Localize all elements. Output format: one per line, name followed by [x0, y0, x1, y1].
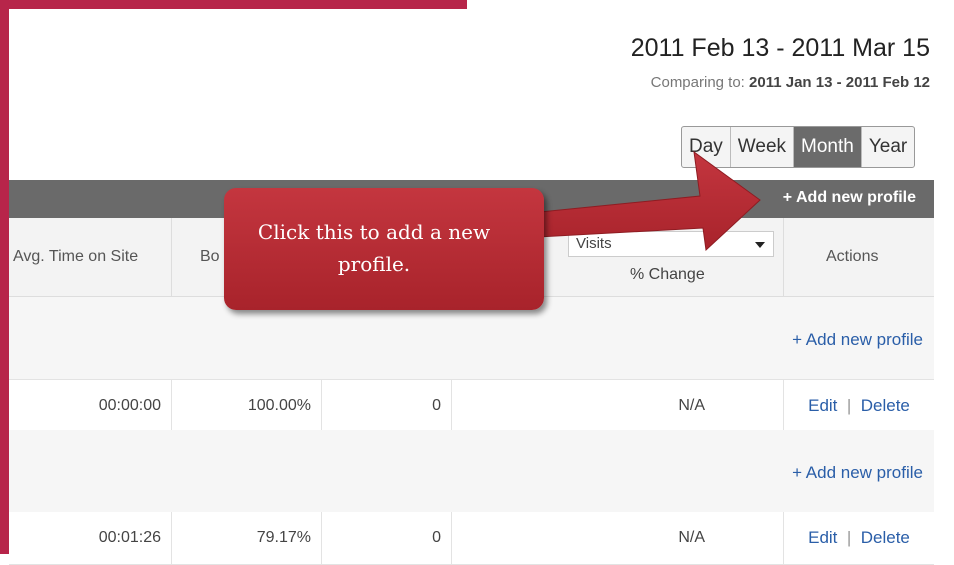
value-cell: 0 — [322, 512, 452, 564]
callout-text: Click this to add a new profile. — [257, 220, 491, 276]
action-separator: | — [846, 528, 852, 547]
table-row: 00:01:26 79.17% 0 N/A Edit | Delete — [9, 512, 934, 565]
avg-time-cell: 00:01:26 — [9, 512, 172, 564]
actions-cell: Edit | Delete — [784, 512, 934, 564]
date-range[interactable]: 2011 Feb 13 - 2011 Mar 15 — [631, 34, 930, 63]
compare-range: 2011 Jan 13 - 2011 Feb 12 — [749, 74, 930, 91]
col-avg-time-label: Avg. Time on Site — [13, 248, 139, 265]
metric-select-value: Visits — [576, 235, 612, 252]
col-bounce-label: Bo — [200, 248, 220, 265]
period-month-button[interactable]: Month — [794, 127, 862, 167]
bounce-cell: 100.00% — [172, 380, 322, 432]
col-actions-label: Actions — [826, 248, 879, 265]
actions-cell: Edit | Delete — [784, 380, 934, 432]
period-selector: Day Week Month Year — [681, 126, 916, 168]
delete-link[interactable]: Delete — [861, 396, 910, 415]
period-year-button[interactable]: Year — [862, 127, 914, 167]
col-avg-time[interactable]: Avg. Time on Site — [9, 218, 172, 296]
period-day-button[interactable]: Day — [682, 127, 731, 167]
metric-select[interactable]: Visits — [568, 231, 774, 257]
delete-link[interactable]: Delete — [861, 528, 910, 547]
compare-line: Comparing to: 2011 Jan 13 - 2011 Feb 12 — [651, 74, 930, 91]
add-new-profile-link[interactable]: + Add new profile — [792, 330, 923, 350]
add-new-profile-button[interactable]: + Add new profile — [783, 189, 916, 207]
top-accent-bar — [0, 0, 467, 9]
change-cell: N/A — [452, 380, 784, 432]
pct-change-label: % Change — [630, 266, 705, 283]
compare-label: Comparing to: — [650, 74, 745, 91]
avg-time-cell: 00:00:00 — [9, 380, 172, 432]
left-accent-border — [0, 0, 9, 554]
add-new-profile-link[interactable]: + Add new profile — [792, 463, 923, 483]
dropdown-caret-icon — [755, 242, 765, 248]
table-row: 00:00:00 100.00% 0 N/A Edit | Delete — [9, 380, 934, 433]
edit-link[interactable]: Edit — [808, 528, 837, 547]
period-week-button[interactable]: Week — [731, 127, 795, 167]
bounce-cell: 79.17% — [172, 512, 322, 564]
value-cell: 0 — [322, 380, 452, 432]
tooltip-callout: Click this to add a new profile. — [224, 188, 544, 310]
change-cell: N/A — [452, 512, 784, 564]
profile-group-row: + Add new profile — [9, 430, 934, 513]
action-separator: | — [846, 396, 852, 415]
col-actions: Actions — [784, 218, 934, 296]
edit-link[interactable]: Edit — [808, 396, 837, 415]
